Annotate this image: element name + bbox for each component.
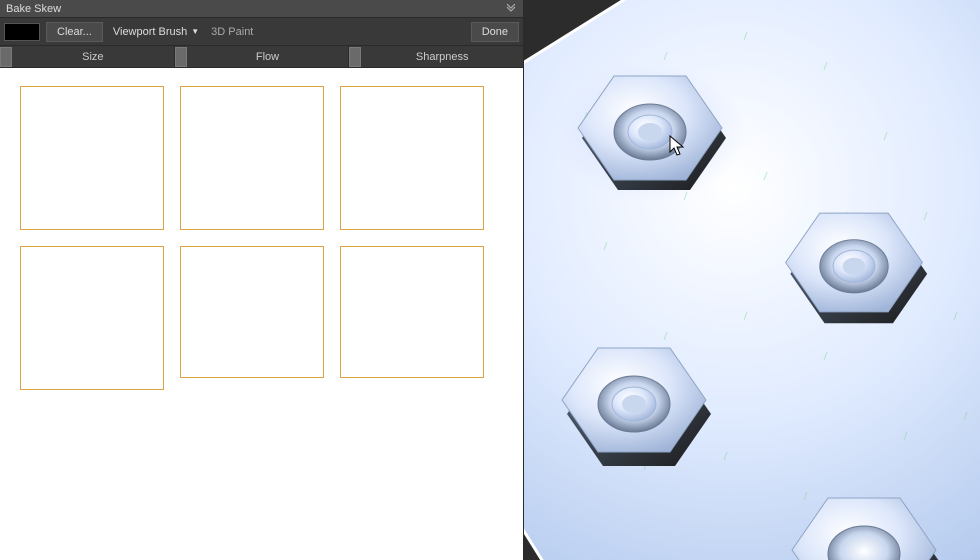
brush-mode-label: Viewport Brush: [113, 26, 187, 38]
done-button[interactable]: Done: [471, 22, 519, 42]
texture-tile[interactable]: [340, 86, 484, 230]
sharpness-label: Sharpness: [361, 51, 523, 63]
3d-viewport[interactable]: [524, 0, 980, 560]
slider-handle[interactable]: [175, 47, 187, 67]
panel-title-bar: Bake Skew: [0, 0, 523, 18]
clear-button[interactable]: Clear...: [46, 22, 103, 42]
slider-handle[interactable]: [0, 47, 12, 67]
color-swatch[interactable]: [4, 23, 40, 41]
viewport-render: [524, 0, 980, 560]
left-panel: Bake Skew Clear... Viewport Brush ▼ 3D P…: [0, 0, 524, 560]
texture-tile[interactable]: [340, 246, 484, 378]
texture-tile[interactable]: [20, 246, 164, 390]
flow-label: Flow: [187, 51, 349, 63]
flow-slider[interactable]: Flow: [175, 46, 350, 67]
texture-tile[interactable]: [20, 86, 164, 230]
texture-tile[interactable]: [180, 246, 324, 378]
panel-title: Bake Skew: [6, 3, 61, 15]
paint-mode-label: 3D Paint: [211, 26, 253, 38]
size-label: Size: [12, 51, 174, 63]
slider-row: Size Flow Sharpness: [0, 46, 523, 68]
texture-tile[interactable]: [180, 86, 324, 230]
collapse-icon[interactable]: [505, 3, 517, 15]
toolbar: Clear... Viewport Brush ▼ 3D Paint Done: [0, 18, 523, 46]
brush-mode-dropdown[interactable]: Viewport Brush ▼: [109, 26, 203, 38]
size-slider[interactable]: Size: [0, 46, 175, 67]
tile-canvas: [0, 68, 523, 560]
slider-handle[interactable]: [349, 47, 361, 67]
sharpness-slider[interactable]: Sharpness: [349, 46, 523, 67]
caret-down-icon: ▼: [191, 27, 199, 36]
